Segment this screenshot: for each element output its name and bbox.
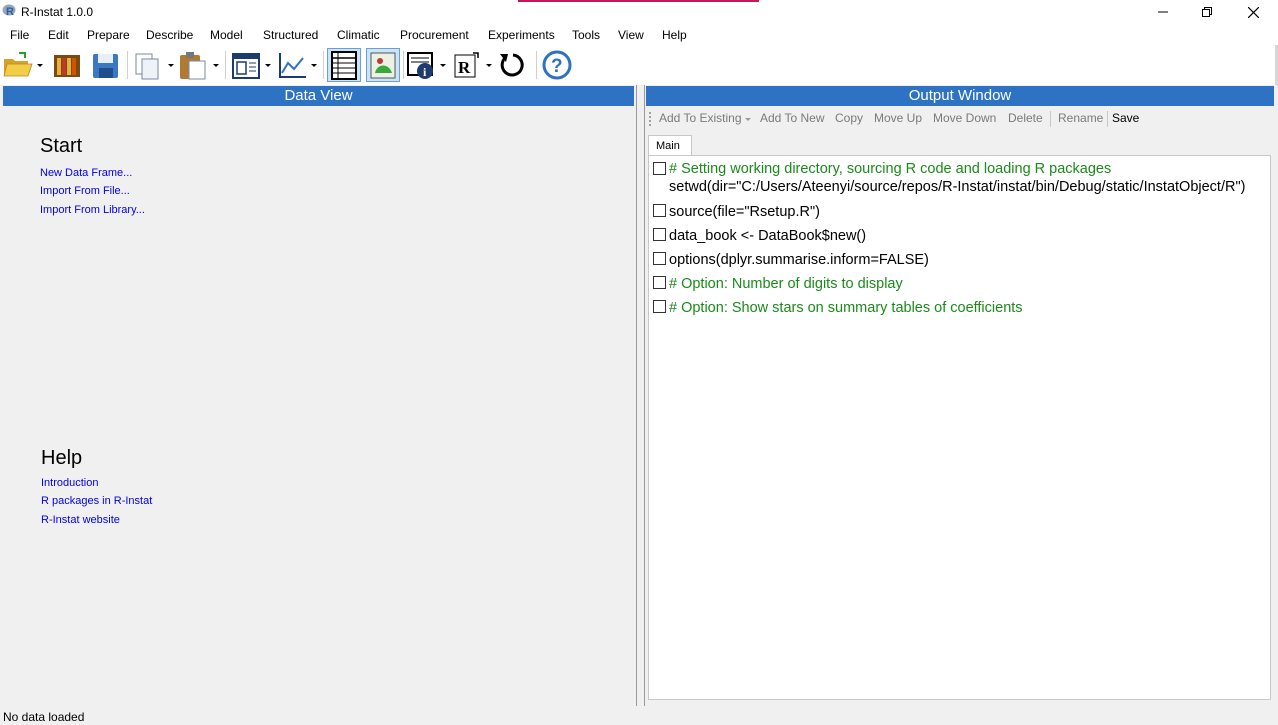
toolbar-separator <box>323 51 324 79</box>
toolbar-separator <box>225 51 226 79</box>
open-folder-icon[interactable] <box>2 49 34 81</box>
add-to-existing-dropdown-caret[interactable] <box>745 118 751 121</box>
output-entry-checkbox[interactable] <box>653 276 666 289</box>
window-title: R-Instat 1.0.0 <box>21 5 94 19</box>
help-icon[interactable]: ? <box>541 49 573 81</box>
r-packages-link[interactable]: R packages in R-Instat <box>41 495 152 507</box>
graph-dropdown-caret[interactable] <box>311 64 317 67</box>
copy-icon[interactable] <box>132 49 164 81</box>
paste-icon[interactable] <box>177 49 209 81</box>
r-script-dropdown-caret[interactable] <box>486 64 492 67</box>
output-window-header: Output Window <box>646 86 1274 106</box>
r-logo-icon: R <box>2 3 16 19</box>
title-bar: R R-Instat 1.0.0 <box>0 0 1278 24</box>
rename-button[interactable]: Rename <box>1058 111 1103 125</box>
log-info-icon[interactable]: i <box>405 49 437 81</box>
menu-structured[interactable]: Structured <box>263 28 318 42</box>
menu-model[interactable]: Model <box>210 28 243 42</box>
menu-climatic[interactable]: Climatic <box>337 28 380 42</box>
menu-edit[interactable]: Edit <box>48 28 69 42</box>
toolbar: i R ? <box>0 45 1278 85</box>
menu-tools[interactable]: Tools <box>572 28 600 42</box>
output-toolbar-separator <box>1050 111 1051 127</box>
r-script-icon[interactable]: R <box>451 49 483 81</box>
close-button[interactable] <box>1230 0 1276 24</box>
status-text: No data loaded <box>3 710 85 724</box>
graph-icon[interactable] <box>276 49 308 81</box>
save-output-button[interactable]: Save <box>1112 111 1139 125</box>
output-code: options(dplyr.summarise.inform=FALSE) <box>669 252 929 268</box>
open-dropdown-caret[interactable] <box>37 64 43 67</box>
data-view-icon[interactable] <box>230 49 262 81</box>
main-window: R R-Instat 1.0.0 File Edit Prepare Descr… <box>0 0 1278 725</box>
menu-procurement[interactable]: Procurement <box>400 28 469 42</box>
introduction-link[interactable]: Introduction <box>41 477 98 489</box>
move-down-button[interactable]: Move Down <box>933 111 996 125</box>
help-heading: Help <box>41 447 83 469</box>
output-code: data_book <- DataBook$new() <box>669 228 867 244</box>
title-accent-bar <box>518 0 759 2</box>
output-comment: # Setting working directory, sourcing R … <box>669 161 1112 177</box>
toolbar-separator <box>403 51 404 79</box>
minimize-button[interactable] <box>1140 0 1186 24</box>
output-icon[interactable] <box>367 49 399 81</box>
save-icon[interactable] <box>90 49 122 81</box>
copy-button[interactable]: Copy <box>835 111 863 125</box>
menu-bar: File Edit Prepare Describe Model Structu… <box>0 24 1278 45</box>
reset-icon[interactable] <box>496 49 528 81</box>
paste-dropdown-caret[interactable] <box>213 64 219 67</box>
status-bar: No data loaded <box>0 706 1278 725</box>
menu-view[interactable]: View <box>618 28 644 42</box>
menu-help[interactable]: Help <box>662 28 687 42</box>
menu-file[interactable]: File <box>10 28 29 42</box>
library-icon[interactable] <box>51 49 83 81</box>
output-comment: # Option: Show stars on summary tables o… <box>669 300 1023 316</box>
output-code: source(file="Rsetup.R") <box>669 204 820 220</box>
delete-button[interactable]: Delete <box>1008 111 1043 125</box>
output-entry-checkbox[interactable] <box>653 204 666 217</box>
output-entry-checkbox[interactable] <box>653 228 666 241</box>
import-from-library-link[interactable]: Import From Library... <box>40 204 145 216</box>
menu-prepare[interactable]: Prepare <box>87 28 130 42</box>
restore-button[interactable] <box>1184 0 1230 24</box>
data-view-dropdown-caret[interactable] <box>265 64 271 67</box>
output-code: setwd(dir="C:/Users/Ateenyi/source/repos… <box>669 179 1246 195</box>
output-entry-checkbox[interactable] <box>653 252 666 265</box>
output-toolbar-separator <box>1107 111 1108 127</box>
output-entry-checkbox[interactable] <box>653 162 666 175</box>
panel-splitter[interactable] <box>637 85 644 706</box>
copy-dropdown-caret[interactable] <box>168 64 174 67</box>
toolbar-separator <box>536 51 537 79</box>
toolbar-separator <box>127 51 128 79</box>
move-up-button[interactable]: Move Up <box>874 111 922 125</box>
data-view-header: Data View <box>3 86 634 106</box>
start-heading: Start <box>40 135 83 157</box>
menu-experiments[interactable]: Experiments <box>488 28 555 42</box>
log-dropdown-caret[interactable] <box>440 64 446 67</box>
svg-text:R: R <box>6 6 14 18</box>
toolbar-grip[interactable] <box>649 112 651 126</box>
output-entry-checkbox[interactable] <box>653 300 666 313</box>
add-to-new-button[interactable]: Add To New <box>760 111 824 125</box>
import-from-file-link[interactable]: Import From File... <box>40 185 130 197</box>
menu-describe[interactable]: Describe <box>146 28 193 42</box>
grid-icon[interactable] <box>328 49 360 81</box>
output-comment: # Option: Number of digits to display <box>669 276 903 292</box>
add-to-existing-button[interactable]: Add To Existing <box>659 111 742 125</box>
tab-main[interactable]: Main <box>648 135 692 156</box>
svg-text:R: R <box>458 58 471 77</box>
new-data-frame-link[interactable]: New Data Frame... <box>40 167 132 179</box>
svg-text:?: ? <box>551 56 563 77</box>
r-instat-website-link[interactable]: R-Instat website <box>41 514 120 526</box>
